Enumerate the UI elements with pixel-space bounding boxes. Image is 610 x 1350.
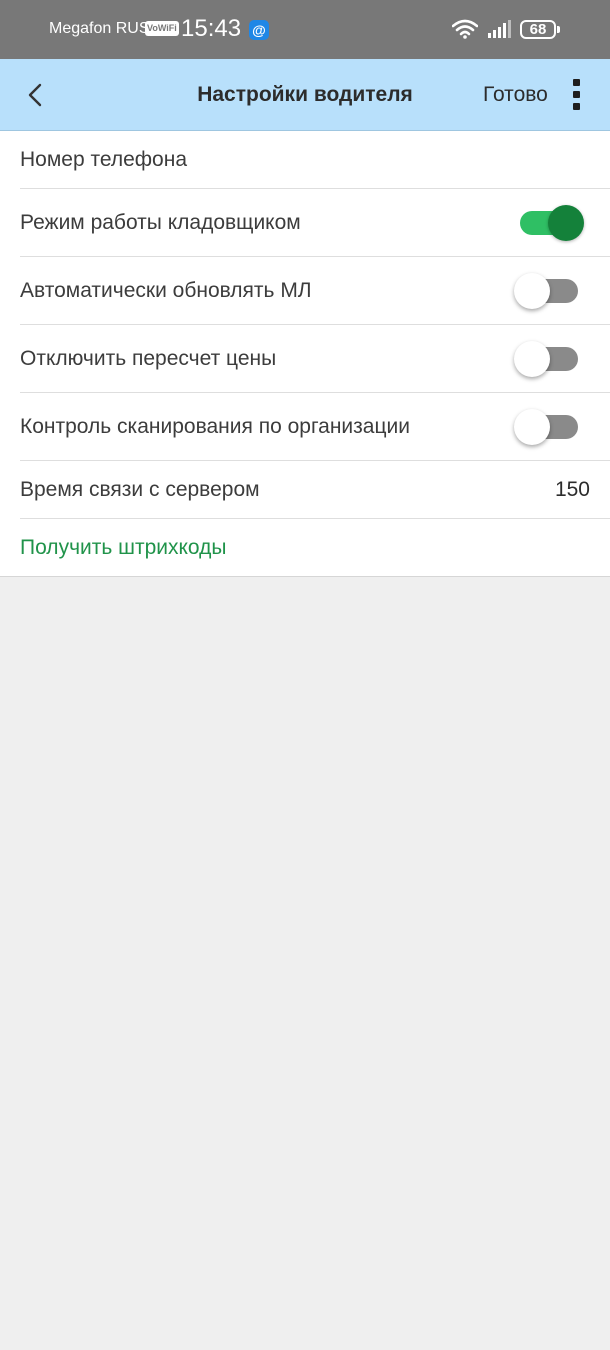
battery-tip <box>557 26 560 33</box>
app-bar: Настройки водителя Готово <box>0 59 610 131</box>
vowifi-badge: VoWiFi <box>145 21 179 36</box>
status-bar: Megafon RUS VoWiFi 15:43 @ 68 <box>0 0 610 59</box>
more-menu-icon[interactable] <box>570 79 584 111</box>
carrier-name: Megafon RUS <box>49 20 150 37</box>
settings-list: Номер телефона Режим работы кладовщиком … <box>0 131 610 577</box>
setting-disable-price-recalc[interactable]: Отключить пересчет цены <box>20 325 610 393</box>
battery-icon: 68 <box>520 20 556 39</box>
setting-auto-update-ml[interactable]: Автоматически обновлять МЛ <box>20 257 610 325</box>
done-button[interactable]: Готово <box>483 83 548 107</box>
wifi-icon <box>452 19 478 39</box>
setting-label: Отключить пересчет цены <box>20 346 277 370</box>
setting-label: Контроль сканирования по организации <box>20 414 410 438</box>
auto-update-ml-toggle[interactable] <box>514 271 578 311</box>
setting-label: Номер телефона <box>20 147 188 171</box>
storekeeper-mode-toggle[interactable] <box>520 203 584 243</box>
disable-price-recalc-toggle[interactable] <box>514 339 578 379</box>
setting-storekeeper-mode[interactable]: Режим работы кладовщиком <box>20 189 610 257</box>
setting-scan-control-org[interactable]: Контроль сканирования по организации <box>20 393 610 461</box>
setting-label: Время связи с сервером <box>20 477 260 501</box>
setting-label: Режим работы кладовщиком <box>20 210 301 234</box>
setting-server-interval[interactable]: Время связи с сервером 150 <box>20 461 610 519</box>
status-time: 15:43 <box>181 15 242 42</box>
battery-level: 68 <box>529 21 547 38</box>
setting-phone-number[interactable]: Номер телефона <box>20 131 610 189</box>
server-interval-value: 150 <box>554 477 590 501</box>
scan-control-org-toggle[interactable] <box>514 407 578 447</box>
at-sign-icon: @ <box>249 20 269 40</box>
setting-label: Автоматически обновлять МЛ <box>20 278 312 302</box>
signal-icon <box>488 20 511 38</box>
get-barcodes-link[interactable]: Получить штрихкоды <box>20 519 610 576</box>
get-barcodes-label: Получить штрихкоды <box>20 535 227 559</box>
